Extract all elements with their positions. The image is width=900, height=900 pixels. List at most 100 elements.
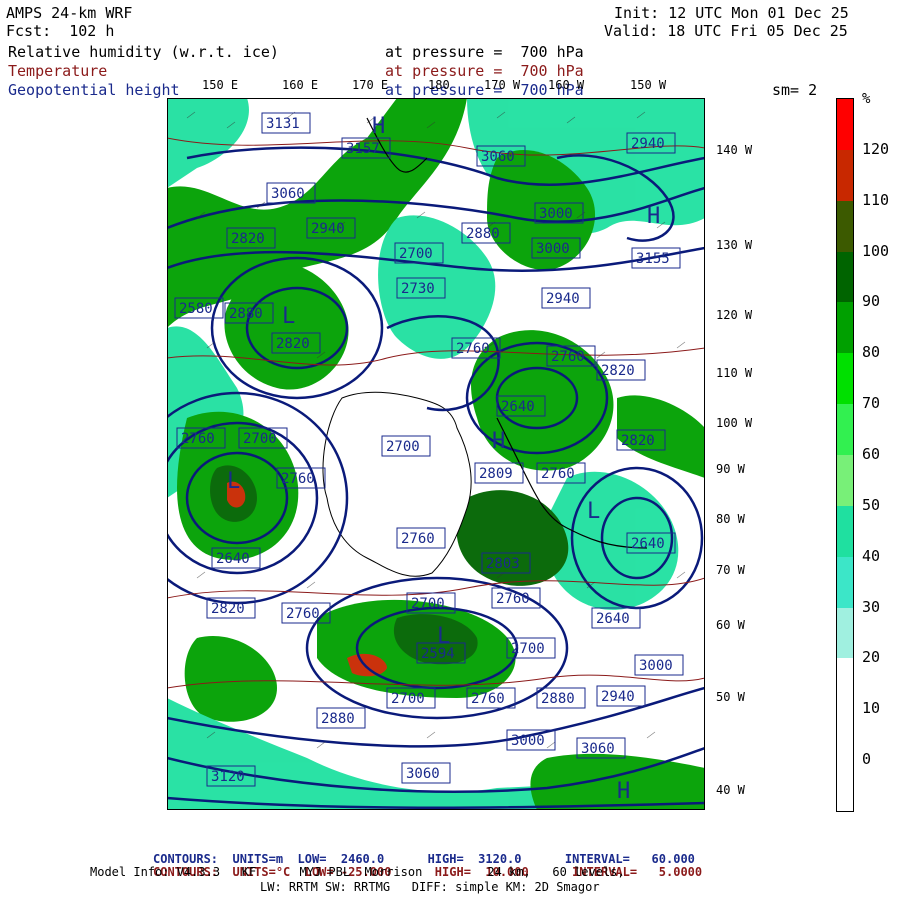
colorbar-label: 90 xyxy=(862,292,881,311)
svg-text:2820: 2820 xyxy=(621,433,655,449)
longitude-label: 170 W xyxy=(484,78,521,92)
model-info: Model Info: V4.3.3 KF MYJ PBL Morrison 2… xyxy=(90,865,625,879)
svg-text:H: H xyxy=(647,204,660,229)
svg-text:3060: 3060 xyxy=(406,766,440,782)
svg-text:2880: 2880 xyxy=(466,226,500,242)
colorbar-label: 70 xyxy=(862,394,881,413)
svg-text:2700: 2700 xyxy=(511,641,545,657)
svg-text:3060: 3060 xyxy=(271,186,305,202)
colorbar-segment xyxy=(837,709,853,761)
svg-text:2640: 2640 xyxy=(596,611,630,627)
colorbar-label: 0 xyxy=(862,750,872,769)
latitude-label: 110 W xyxy=(716,366,753,380)
svg-text:H: H xyxy=(617,779,630,804)
colorbar-segment xyxy=(837,251,853,303)
svg-text:3000: 3000 xyxy=(536,241,570,257)
colorbar-label: 10 xyxy=(862,699,881,718)
svg-text:2760: 2760 xyxy=(286,606,320,622)
svg-text:3000: 3000 xyxy=(639,658,673,674)
svg-text:3157: 3157 xyxy=(346,141,380,157)
init-time: Init: 12 UTC Mon 01 Dec 25 xyxy=(614,4,849,22)
svg-text:2880: 2880 xyxy=(541,691,575,707)
longitude-label: 170 E xyxy=(352,78,389,92)
svg-text:2730: 2730 xyxy=(401,281,435,297)
svg-text:2640: 2640 xyxy=(501,399,535,415)
svg-text:2940: 2940 xyxy=(311,221,345,237)
svg-text:3000: 3000 xyxy=(539,206,573,222)
colorbar-segment xyxy=(837,302,853,354)
colorbar-segment xyxy=(837,658,853,710)
longitude-label: 180 xyxy=(428,78,450,92)
svg-text:2940: 2940 xyxy=(601,689,635,705)
svg-text:H: H xyxy=(492,429,505,454)
longitude-label: 160 W xyxy=(548,78,585,92)
svg-text:2820: 2820 xyxy=(276,336,310,352)
longitude-label: 160 E xyxy=(282,78,319,92)
latitude-label: 60 W xyxy=(716,618,745,632)
svg-text:2580: 2580 xyxy=(179,301,213,317)
svg-text:L: L xyxy=(282,304,295,329)
latitude-label: 90 W xyxy=(716,462,745,476)
svg-text:3131: 3131 xyxy=(266,116,300,132)
field-height-label: Geopotential height xyxy=(8,81,180,99)
colorbar-label: 50 xyxy=(862,495,881,514)
svg-text:L: L xyxy=(227,469,240,494)
svg-text:H: H xyxy=(372,114,385,139)
svg-text:2760: 2760 xyxy=(541,466,575,482)
svg-text:2880: 2880 xyxy=(321,711,355,727)
colorbar-segment xyxy=(837,149,853,201)
svg-text:2700: 2700 xyxy=(386,439,420,455)
latitude-label: 100 W xyxy=(716,416,753,430)
colorbar-label: 30 xyxy=(862,597,881,616)
svg-text:2940: 2940 xyxy=(631,136,665,152)
colorbar-segment xyxy=(837,200,853,252)
svg-text:2809: 2809 xyxy=(479,466,513,482)
svg-text:3155: 3155 xyxy=(636,251,670,267)
svg-text:2820: 2820 xyxy=(601,363,635,379)
latitude-label: 140 W xyxy=(716,143,753,157)
colorbar-unit: % xyxy=(862,91,871,107)
field-rh-label: Relative humidity (w.r.t. ice) xyxy=(8,43,279,61)
colorbar-label: 110 xyxy=(862,190,890,209)
svg-text:2594: 2594 xyxy=(421,646,455,662)
colorbar-segment xyxy=(837,404,853,455)
svg-text:3060: 3060 xyxy=(581,741,615,757)
colorbar-label: 60 xyxy=(862,445,881,463)
svg-text:2700: 2700 xyxy=(411,596,445,612)
svg-text:2700: 2700 xyxy=(391,691,425,707)
latitude-label: 70 W xyxy=(716,563,745,577)
svg-text:2760: 2760 xyxy=(471,691,505,707)
svg-text:2820: 2820 xyxy=(211,601,245,617)
longitude-label: 150 E xyxy=(202,78,239,92)
svg-text:2880: 2880 xyxy=(229,306,263,322)
latitude-label: 80 W xyxy=(716,512,745,526)
svg-text:2640: 2640 xyxy=(631,536,665,552)
svg-text:L: L xyxy=(587,499,600,524)
colorbar-label: 40 xyxy=(862,546,881,565)
colorbar-segment xyxy=(837,556,853,608)
svg-text:2760: 2760 xyxy=(401,531,435,547)
svg-text:2820: 2820 xyxy=(231,231,265,247)
colorbar-segment xyxy=(837,607,853,659)
colorbar-label: 80 xyxy=(862,343,881,362)
model-title: AMPS 24-km WRF xyxy=(6,4,133,22)
svg-text:3060: 3060 xyxy=(481,149,515,165)
latitude-label: 50 W xyxy=(716,690,745,704)
svg-text:3000: 3000 xyxy=(511,733,545,749)
field-temp-label: Temperature xyxy=(8,62,108,80)
svg-text:2700: 2700 xyxy=(399,246,433,262)
colorbar-segment xyxy=(837,505,853,557)
latitude-label: 40 W xyxy=(716,783,745,797)
pressure-rh: at pressure = 700 hPa xyxy=(385,43,584,61)
colorbar-segment xyxy=(837,353,853,405)
colorbar-label: 120 xyxy=(862,139,890,158)
colorbar-segment xyxy=(837,760,853,811)
svg-text:2760: 2760 xyxy=(551,349,585,365)
latitude-label: 130 W xyxy=(716,238,753,252)
svg-text:2940: 2940 xyxy=(546,291,580,307)
smoothing-label: sm= 2 xyxy=(772,81,818,99)
latitude-label: 120 W xyxy=(716,308,753,322)
svg-text:2640: 2640 xyxy=(216,551,250,567)
colorbar-label: 100 xyxy=(862,241,890,260)
svg-text:2700: 2700 xyxy=(243,431,277,447)
